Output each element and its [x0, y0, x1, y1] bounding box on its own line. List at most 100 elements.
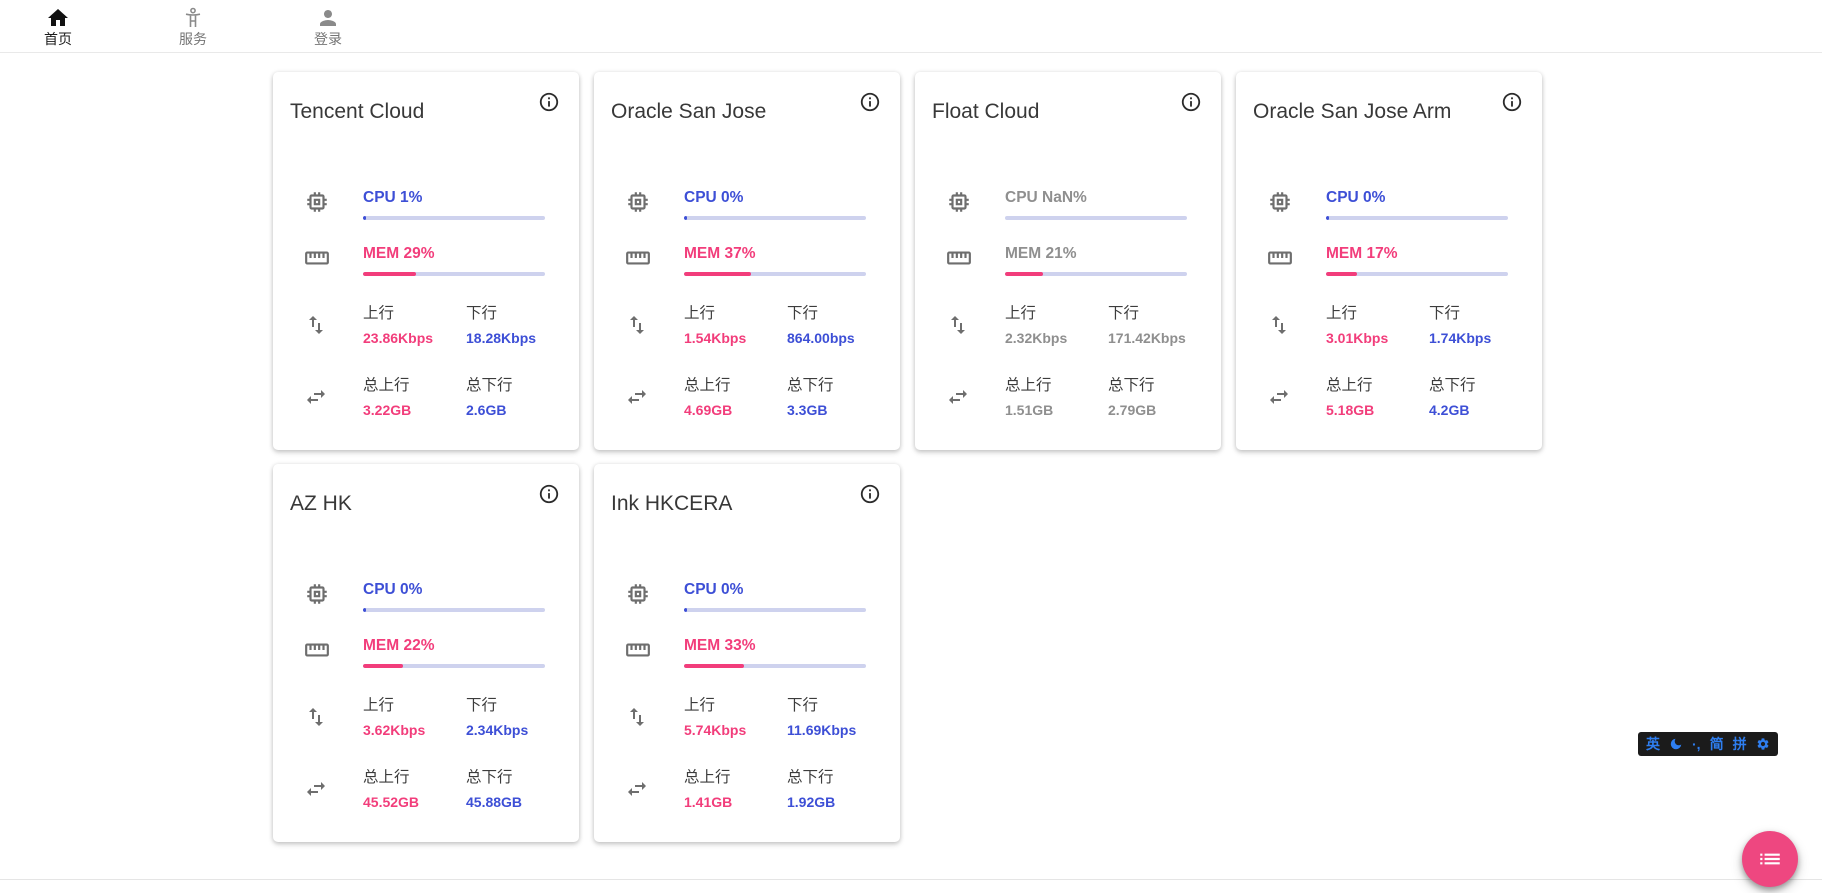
total-download-value: 4.2GB — [1429, 402, 1532, 418]
cpu-chip-icon — [915, 189, 1005, 245]
cpu-chip-icon — [594, 581, 684, 637]
total-download-label: 总下行 — [1429, 377, 1532, 395]
total-download-label: 总下行 — [466, 769, 569, 787]
mem-bar — [684, 664, 866, 668]
up-down-arrows-icon — [273, 697, 363, 765]
cpu-bar-fill — [684, 608, 687, 612]
cpu-row: CPU NaN% — [915, 189, 1221, 245]
cpu-row: CPU 0% — [594, 189, 900, 245]
ime-settings-gear-icon[interactable] — [1756, 737, 1770, 751]
cpu-label: CPU 0% — [1326, 189, 1508, 207]
mem-row: MEM 21% — [915, 245, 1221, 301]
server-stats: CPU 0% MEM 33% 上行 — [594, 581, 900, 837]
mem-bar — [684, 272, 866, 276]
up-down-arrows-icon — [594, 697, 684, 765]
nav-login-label: 登录 — [314, 31, 342, 47]
home-icon — [46, 6, 70, 30]
nav-home-label: 首页 — [44, 31, 72, 47]
mem-bar-fill — [1326, 272, 1357, 276]
ime-simplified-mode[interactable]: 简 — [1710, 732, 1724, 756]
mem-label: MEM 33% — [684, 637, 866, 655]
memory-ruler-icon — [594, 245, 684, 301]
upload-value: 3.01Kbps — [1326, 330, 1429, 346]
mem-label: MEM 17% — [1326, 245, 1508, 263]
nav-item-login[interactable]: 登录 — [296, 6, 360, 47]
upload-label: 上行 — [1005, 305, 1108, 323]
info-icon[interactable] — [538, 483, 560, 505]
download-label: 下行 — [787, 305, 890, 323]
total-upload-value: 1.41GB — [684, 794, 787, 810]
cpu-bar-fill — [684, 216, 687, 220]
info-icon[interactable] — [1501, 91, 1523, 113]
ime-english-mode[interactable]: 英 — [1646, 732, 1660, 756]
total-upload-value: 4.69GB — [684, 402, 787, 418]
cpu-row: CPU 1% — [273, 189, 579, 245]
cpu-bar — [684, 216, 866, 220]
bandwidth-row: 上行 2.32Kbps 下行 171.42Kbps — [915, 301, 1221, 373]
bandwidth-row: 上行 3.01Kbps 下行 1.74Kbps — [1236, 301, 1542, 373]
total-traffic-row: 总上行 4.69GB 总下行 3.3GB — [594, 373, 900, 445]
bandwidth-row: 上行 1.54Kbps 下行 864.00bps — [594, 301, 900, 373]
total-upload-label: 总上行 — [684, 769, 787, 787]
download-value: 171.42Kbps — [1108, 330, 1211, 346]
ime-pinyin-mode[interactable]: 拼 — [1733, 732, 1747, 756]
server-stats: CPU 1% MEM 29% 上行 — [273, 189, 579, 445]
server-card: Ink HKCERA CPU 0% MEM 33% — [594, 464, 900, 842]
total-download-value: 2.6GB — [466, 402, 569, 418]
server-stats: CPU 0% MEM 37% 上行 — [594, 189, 900, 445]
nav-item-home[interactable]: 首页 — [26, 6, 90, 47]
total-upload-label: 总上行 — [363, 377, 466, 395]
server-name: Tencent Cloud — [290, 100, 579, 124]
upload-label: 上行 — [684, 697, 787, 715]
server-name: AZ HK — [290, 492, 579, 516]
total-download-label: 总下行 — [466, 377, 569, 395]
upload-label: 上行 — [1326, 305, 1429, 323]
list-icon — [1757, 846, 1783, 872]
mem-bar-fill — [363, 664, 403, 668]
info-icon[interactable] — [538, 91, 560, 113]
mem-bar-fill — [684, 272, 751, 276]
memory-ruler-icon — [1236, 245, 1326, 301]
total-upload-label: 总上行 — [1005, 377, 1108, 395]
info-icon[interactable] — [859, 483, 881, 505]
info-icon[interactable] — [1180, 91, 1202, 113]
cpu-bar — [363, 608, 545, 612]
cpu-bar — [1005, 216, 1187, 220]
nav-item-services[interactable]: 服务 — [161, 6, 225, 47]
mem-row: MEM 17% — [1236, 245, 1542, 301]
login-person-icon — [316, 6, 340, 30]
cpu-label: CPU 0% — [684, 189, 866, 207]
main-content: Tencent Cloud CPU 1% MEM 29% — [0, 53, 1822, 842]
server-card: Float Cloud CPU NaN% MEM 21% — [915, 72, 1221, 450]
server-card: Oracle San Jose CPU 0% MEM 37% — [594, 72, 900, 450]
bandwidth-row: 上行 23.86Kbps 下行 18.28Kbps — [273, 301, 579, 373]
ime-punctuation-mode[interactable]: ·, — [1692, 732, 1701, 756]
memory-ruler-icon — [915, 245, 1005, 301]
up-down-arrows-icon — [273, 305, 363, 373]
cpu-label: CPU 0% — [363, 581, 545, 599]
mem-row: MEM 22% — [273, 637, 579, 693]
up-down-arrows-icon — [915, 305, 1005, 373]
ime-halfwidth-moon-icon[interactable] — [1669, 737, 1683, 751]
mem-bar-fill — [684, 664, 744, 668]
download-label: 下行 — [1429, 305, 1532, 323]
swap-horizontal-icon — [273, 769, 363, 837]
total-download-label: 总下行 — [787, 377, 890, 395]
total-upload-value: 5.18GB — [1326, 402, 1429, 418]
total-traffic-row: 总上行 1.51GB 总下行 2.79GB — [915, 373, 1221, 445]
memory-ruler-icon — [594, 637, 684, 693]
info-icon[interactable] — [859, 91, 881, 113]
total-download-value: 2.79GB — [1108, 402, 1211, 418]
total-download-label: 总下行 — [787, 769, 890, 787]
footer-divider — [0, 879, 1822, 893]
upload-value: 2.32Kbps — [1005, 330, 1108, 346]
total-upload-label: 总上行 — [363, 769, 466, 787]
download-label: 下行 — [1108, 305, 1211, 323]
cpu-label: CPU 0% — [684, 581, 866, 599]
total-traffic-row: 总上行 45.52GB 总下行 45.88GB — [273, 765, 579, 837]
server-name: Float Cloud — [932, 100, 1221, 124]
server-list-fab[interactable] — [1742, 831, 1798, 887]
memory-ruler-icon — [273, 245, 363, 301]
ime-toolbar: 英 ·, 简 拼 — [1638, 732, 1778, 756]
cpu-bar — [363, 216, 545, 220]
